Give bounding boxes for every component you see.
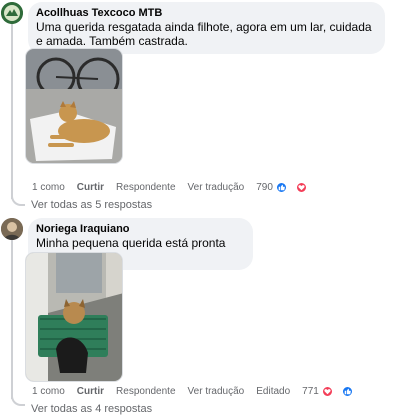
like-icon [275,182,287,193]
edited-label[interactable]: Editado [256,386,290,397]
comment-time[interactable]: 1 como [32,386,65,397]
comment-photo[interactable] [25,252,123,382]
comment-author[interactable]: Noriega Iraquiano [36,222,244,236]
comment-author[interactable]: Acollhuas Texcoco MTB [36,6,376,20]
thread-line [11,24,13,199]
love-icon [295,182,307,193]
comment-text: Uma querida resgatada ainda filhote, ago… [36,20,372,48]
like-icon [341,386,353,397]
reaction-count: 790 [256,182,273,193]
thread-curve [11,392,25,406]
club-logo-icon [1,2,23,24]
love-icon [321,386,333,397]
comment-photo[interactable] [25,48,123,164]
thread-line [11,239,13,399]
like-button[interactable]: Curtir [77,182,104,193]
like-button[interactable]: Curtir [77,386,104,397]
reply-button[interactable]: Respondente [116,386,176,397]
comment-actions: 1 como Curtir Respondente Ver tradução 7… [32,182,319,193]
comment-actions: 1 como Curtir Respondente Ver tradução E… [32,386,365,397]
translate-button[interactable]: Ver tradução [188,386,245,397]
translate-button[interactable]: Ver tradução [188,182,245,193]
dog-in-bike-basket-photo [26,253,122,381]
comment-time[interactable]: 1 como [32,182,65,193]
reaction-count: 771 [302,386,319,397]
thread-curve [11,192,25,206]
view-all-replies[interactable]: Ver todas as 5 respostas [31,199,152,211]
avatar[interactable] [1,2,23,24]
reply-button[interactable]: Respondente [116,182,176,193]
profile-photo-icon [1,218,23,240]
avatar[interactable] [1,218,23,240]
comment-bubble: Acollhuas Texcoco MTB Uma querida resgat… [28,2,385,54]
reaction-summary[interactable]: 771 [302,386,365,397]
reaction-summary[interactable]: 790 [256,182,319,193]
view-all-replies[interactable]: Ver todas as 4 respostas [31,403,152,415]
dog-photo [26,49,122,163]
